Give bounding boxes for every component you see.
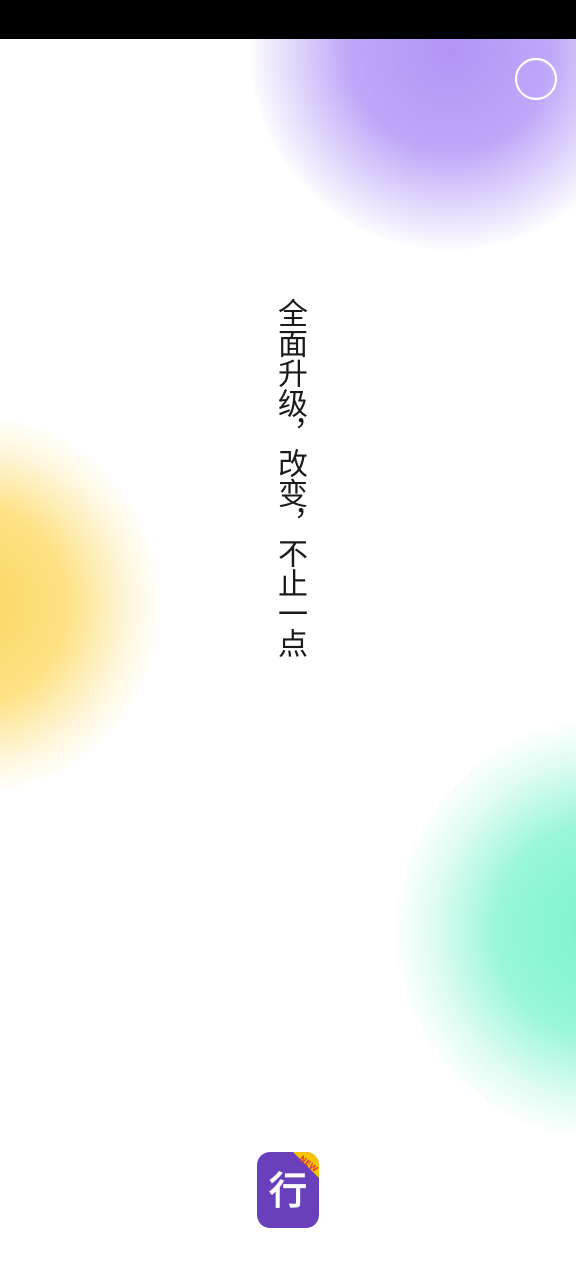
green-gradient-blob [395,720,576,1140]
skip-countdown-ring-icon[interactable] [514,57,558,101]
logo-glyph: 行 [269,1169,307,1213]
slogan-text: 全面升级，改变，不止一点 [272,298,307,658]
status-bar [0,0,576,39]
yellow-gradient-blob [0,415,160,795]
app-logo-icon: NEW 行 [257,1152,319,1228]
splash-screen: 全面升级，改变，不止一点 NEW 行 [0,0,576,1280]
